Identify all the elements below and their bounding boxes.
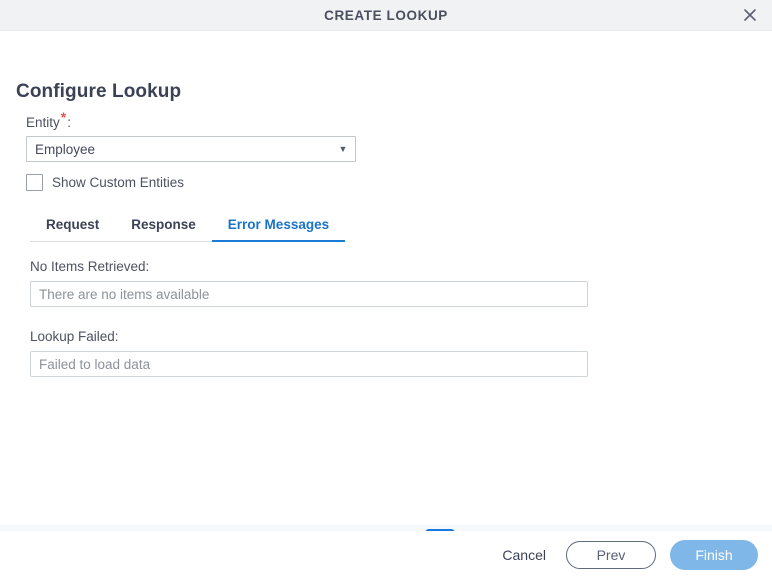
tab-error-messages[interactable]: Error Messages [211, 213, 346, 242]
entity-selected-value: Employee [35, 141, 96, 157]
entity-field-group: Entity*: Employee ▼ [26, 110, 366, 162]
page-title: Configure Lookup [16, 81, 182, 102]
create-lookup-dialog: CREATE LOOKUP Configure Lookup Entity*: … [0, 0, 772, 578]
dialog-titlebar: CREATE LOOKUP [0, 0, 772, 31]
lookup-failed-input[interactable]: Failed to load data [30, 351, 588, 377]
no-items-retrieved-label: No Items Retrieved: [30, 259, 150, 274]
dialog-footer: Cancel Prev Finish [0, 531, 772, 578]
entity-label-colon: : [67, 115, 71, 130]
dialog-title: CREATE LOOKUP [324, 7, 448, 23]
entity-label: Entity*: [26, 110, 366, 131]
prev-button[interactable]: Prev [566, 540, 656, 569]
tab-request[interactable]: Request [30, 213, 115, 241]
cancel-button[interactable]: Cancel [496, 541, 552, 569]
tab-bar: Request Response Error Messages [30, 213, 346, 242]
no-items-retrieved-input[interactable]: There are no items available [30, 281, 588, 307]
show-custom-entities-label[interactable]: Show Custom Entities [52, 175, 184, 190]
finish-button[interactable]: Finish [670, 539, 758, 570]
show-custom-entities-row[interactable]: Show Custom Entities [26, 174, 184, 191]
no-items-retrieved-field: No Items Retrieved: There are no items a… [30, 259, 588, 307]
required-marker: * [60, 108, 67, 125]
entity-select[interactable]: Employee ▼ [26, 136, 356, 162]
lookup-failed-field: Lookup Failed: Failed to load data [30, 329, 588, 377]
show-custom-entities-checkbox[interactable] [26, 174, 43, 191]
chevron-down-icon: ▼ [338, 144, 348, 154]
tab-response[interactable]: Response [115, 213, 212, 241]
entity-label-text: Entity [26, 115, 60, 130]
lookup-failed-label: Lookup Failed: [30, 329, 119, 344]
close-icon[interactable] [736, 1, 764, 29]
dialog-body: Configure Lookup Entity*: Employee ▼ Sho… [0, 31, 772, 578]
